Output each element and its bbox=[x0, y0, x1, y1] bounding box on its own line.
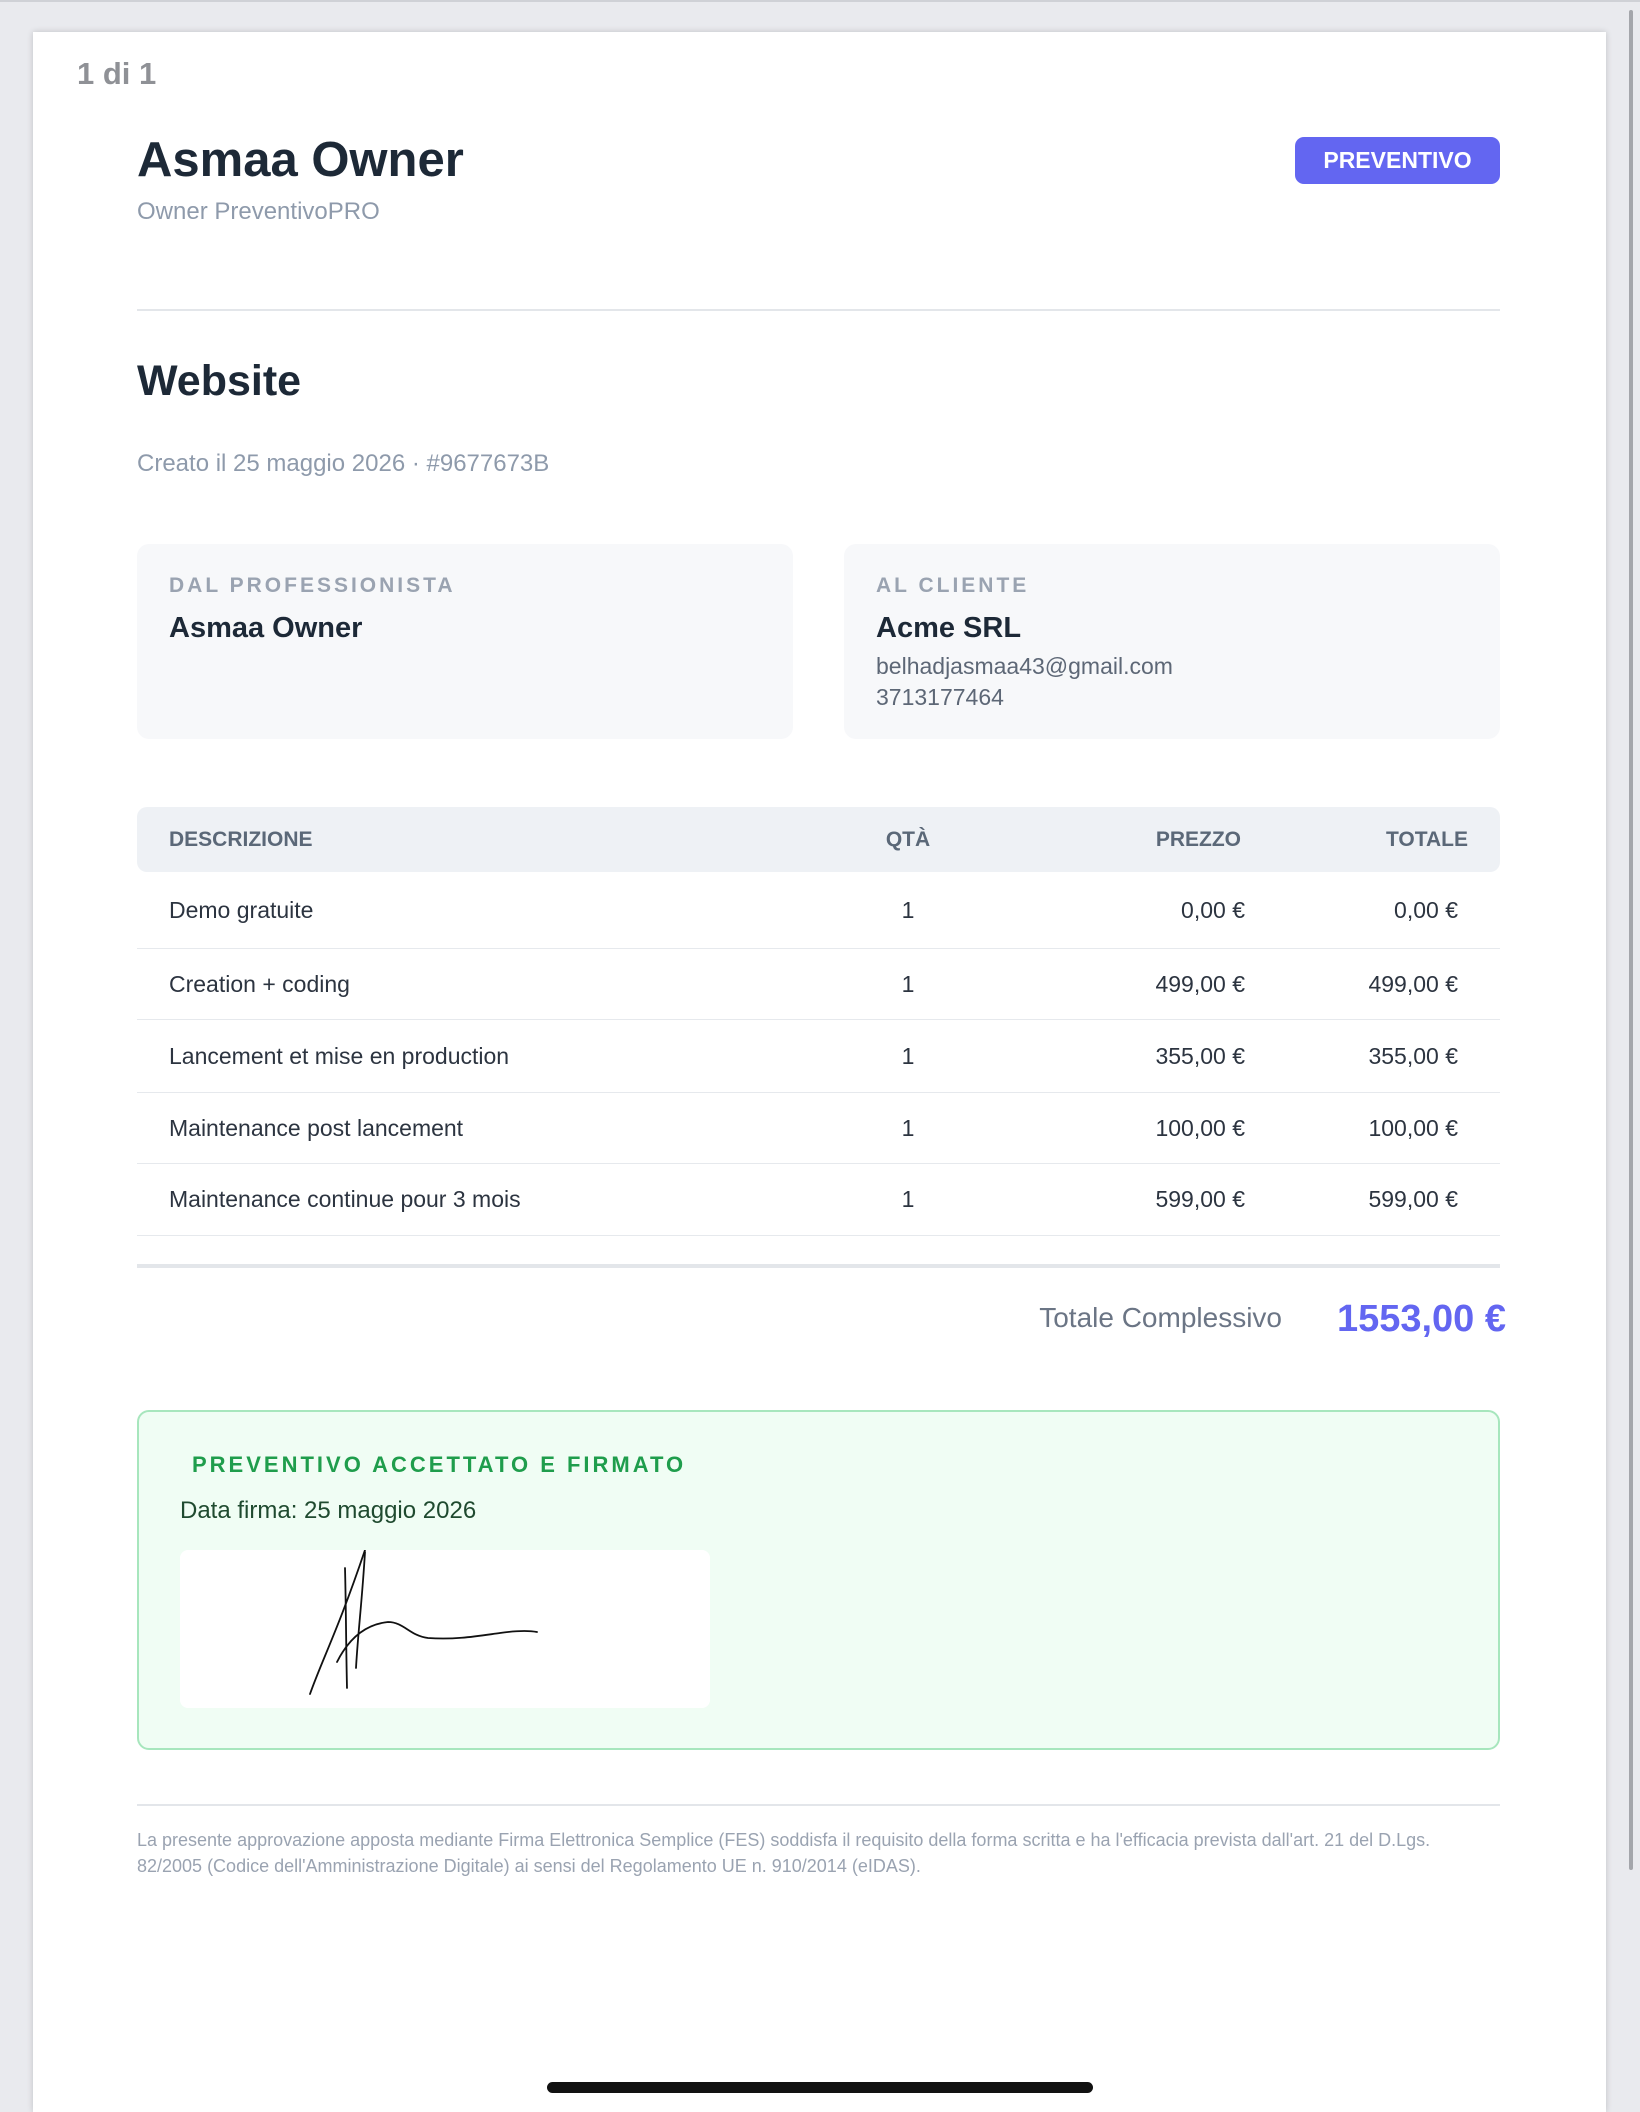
from-label: DAL PROFESSIONISTA bbox=[169, 574, 456, 597]
signature-status: PREVENTIVO ACCETTATO E FIRMATO bbox=[192, 1452, 687, 1477]
home-indicator[interactable] bbox=[547, 2082, 1093, 2093]
row-qty: 1 bbox=[901, 1186, 915, 1212]
header-divider bbox=[137, 309, 1500, 311]
to-label: AL CLIENTE bbox=[876, 574, 1030, 597]
grand-total-label: Totale Complessivo bbox=[1039, 1302, 1282, 1333]
quote-meta: Creato il 25 maggio 2026 · #9677673B bbox=[137, 450, 550, 477]
quote-title: Website bbox=[137, 357, 302, 405]
row-qty: 1 bbox=[901, 1114, 915, 1141]
viewer-top-edge bbox=[0, 0, 1640, 2]
signature-date: Data firma: 25 maggio 2026 bbox=[180, 1497, 477, 1524]
document-type-badge: PREVENTIVO bbox=[1295, 137, 1500, 184]
signature-box: PREVENTIVO ACCETTATO E FIRMATO Data firm… bbox=[137, 1410, 1500, 1750]
row-qty: 1 bbox=[901, 896, 915, 923]
row-price: 100,00 € bbox=[1155, 1114, 1245, 1141]
header-description: DESCRIZIONE bbox=[169, 827, 313, 851]
table-row: Demo gratuite 1 0,00 € 0,00 € bbox=[137, 872, 1500, 949]
row-total: 499,00 € bbox=[1368, 970, 1458, 997]
line-items-table: DESCRIZIONE QTÀ PREZZO TOTALE Demo gratu… bbox=[137, 807, 1500, 1236]
row-description: Maintenance continue pour 3 mois bbox=[169, 1186, 521, 1212]
legal-notice: La presente approvazione apposta mediant… bbox=[137, 1830, 1431, 1876]
row-price: 355,00 € bbox=[1155, 1042, 1245, 1069]
table-row: Lancement et mise en production 1 355,00… bbox=[137, 1020, 1500, 1093]
business-subtitle: Owner PreventivoPRO bbox=[137, 198, 380, 225]
row-description: Creation + coding bbox=[169, 970, 350, 997]
document-page: 1 di 1 Asmaa Owner Owner PreventivoPRO P… bbox=[33, 32, 1606, 2112]
table-header: DESCRIZIONE QTÀ PREZZO TOTALE bbox=[137, 807, 1500, 872]
table-row: Creation + coding 1 499,00 € 499,00 € bbox=[137, 949, 1500, 1020]
signature-image bbox=[309, 1550, 538, 1695]
business-name: Asmaa Owner bbox=[137, 133, 464, 187]
footer-divider bbox=[137, 1804, 1500, 1806]
row-description: Lancement et mise en production bbox=[169, 1042, 510, 1069]
row-description: Demo gratuite bbox=[169, 896, 314, 923]
page-indicator: 1 di 1 bbox=[77, 56, 157, 91]
row-qty: 1 bbox=[901, 970, 915, 997]
row-description: Maintenance post lancement bbox=[169, 1114, 464, 1141]
row-total: 355,00 € bbox=[1368, 1042, 1458, 1069]
to-card: AL CLIENTE Acme SRL belhadjasmaa43@gmail… bbox=[844, 544, 1500, 739]
row-total: 599,00 € bbox=[1368, 1186, 1458, 1212]
table-row: Maintenance post lancement 1 100,00 € 10… bbox=[137, 1093, 1500, 1164]
grand-total-value: 1553,00 € bbox=[1336, 1298, 1506, 1340]
table-row: Maintenance continue pour 3 mois 1 599,0… bbox=[137, 1164, 1500, 1236]
client-email[interactable]: belhadjasmaa43@gmail.com bbox=[876, 653, 1468, 680]
row-qty: 1 bbox=[901, 1042, 915, 1069]
from-name: Asmaa Owner bbox=[169, 612, 363, 644]
header-total: TOTALE bbox=[1385, 827, 1468, 851]
client-name: Acme SRL bbox=[876, 612, 1022, 644]
from-card: DAL PROFESSIONISTA Asmaa Owner bbox=[137, 544, 793, 739]
client-phone[interactable]: 3713177464 bbox=[876, 684, 1468, 711]
row-total: 100,00 € bbox=[1368, 1114, 1458, 1141]
header-qty: QTÀ bbox=[885, 827, 931, 851]
signature-pad bbox=[180, 1550, 710, 1708]
row-price: 499,00 € bbox=[1155, 970, 1245, 997]
row-price: 0,00 € bbox=[1181, 896, 1245, 923]
row-price: 599,00 € bbox=[1155, 1186, 1245, 1212]
total-divider bbox=[137, 1264, 1500, 1268]
header-price: PREZZO bbox=[1155, 827, 1241, 851]
vertical-scrollbar[interactable] bbox=[1629, 10, 1633, 1870]
row-total: 0,00 € bbox=[1394, 896, 1458, 923]
